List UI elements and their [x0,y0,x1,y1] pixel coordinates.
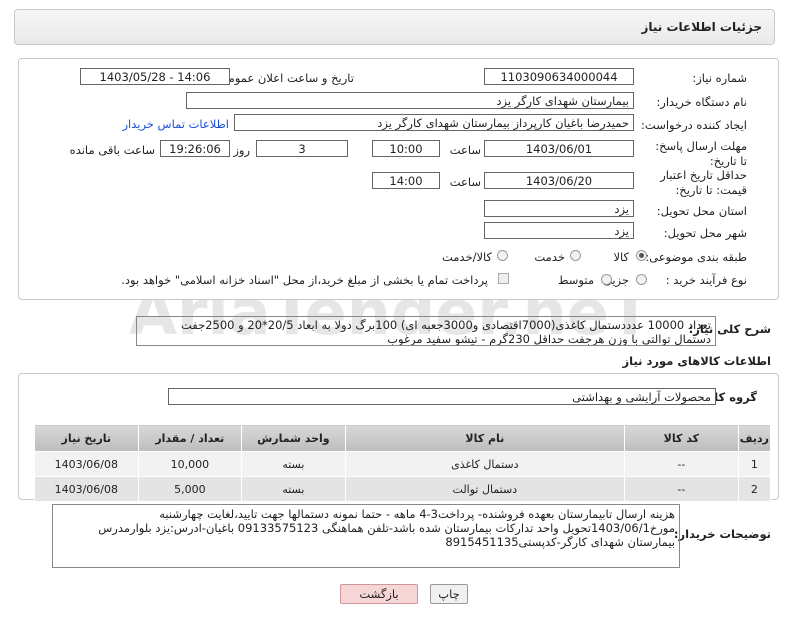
col-unit: واحد شمارش [241,424,346,452]
col-code: کد کالا [624,424,739,452]
treasury-note: پرداخت تمام یا بخشی از مبلغ خرید،از محل … [121,273,488,287]
cell-row: 1 [737,451,772,477]
creator-label: ایجاد کننده درخواست: [641,118,747,132]
treasury-checkbox[interactable] [498,273,509,284]
col-name: نام کالا [344,424,626,452]
creator-field[interactable]: حمیدرضا باغیان کارپرداز بیمارستان شهدای … [234,114,634,131]
col-date: تاریخ نیاز [34,424,139,452]
category-option-service: خدمت [534,250,565,264]
page-header: جزئیات اطلاعات نیاز [14,9,775,45]
back-button[interactable]: بازگشت [340,584,418,604]
remaining-label: ساعت باقی مانده [69,143,155,157]
price-validity-date-field[interactable]: 1403/06/20 [484,172,634,189]
city-field[interactable]: یزد [484,222,634,239]
province-label: استان محل تحویل: [656,204,747,218]
buyer-notes-label: توضیحات خریدار: [673,527,771,541]
category-radio-goods-service[interactable] [497,250,508,261]
deadline-label: مهلت ارسال پاسخ: تا تاریخ: [655,139,747,168]
announce-label: تاریخ و ساعت اعلان عمومی: [215,71,354,85]
city-label: شهر محل تحویل: [663,226,747,240]
cell-date: 1403/06/08 [34,451,139,477]
process-label: نوع فرآیند خرید : [665,273,747,287]
table-row[interactable]: 1 -- دستمال کاغذی بسته 10,000 1403/06/08 [34,451,772,477]
col-row: ردیف [737,424,772,452]
cell-qty: 5,000 [137,476,243,502]
goods-table: ردیف کد کالا نام کالا واحد شمارش تعداد /… [34,424,772,502]
category-option-goods: کالا [613,250,629,264]
cell-code: -- [624,476,739,502]
cell-code: -- [624,451,739,477]
cell-date: 1403/06/08 [34,476,139,502]
description-textarea[interactable]: تعداد 10000 عدددستمال کاغذی(7000اقتصادی … [136,316,716,346]
category-radio-service[interactable] [570,250,581,261]
need-number-label: شماره نیاز: [692,71,747,85]
goods-section-title: اطلاعات کالاهای مورد نیاز [622,354,771,368]
cell-row: 2 [737,476,772,502]
buyer-notes-textarea[interactable]: هزینه ارسال تابیمارستان بعهده فروشنده- پ… [52,504,680,568]
page-title: جزئیات اطلاعات نیاز [641,20,762,34]
col-qty: تعداد / مقدار [137,424,243,452]
category-radio-goods[interactable] [636,250,647,261]
remaining-days-field[interactable]: 3 [256,140,348,157]
remaining-time-field[interactable]: 19:26:06 [160,140,230,157]
deadline-time-field[interactable]: 10:00 [372,140,440,157]
process-option-medium: متوسط [557,273,594,287]
goods-group-field[interactable]: محصولات آرایشی و بهداشتی [168,388,716,405]
need-number-field[interactable]: 1103090634000044 [484,68,634,85]
contact-buyer-link[interactable]: اطلاعات تماس خریدار [122,117,229,131]
price-validity-time-field[interactable]: 14:00 [372,172,440,189]
table-header-row: ردیف کد کالا نام کالا واحد شمارش تعداد /… [34,424,772,452]
province-field[interactable]: یزد [484,200,634,217]
deadline-time-label: ساعت [449,143,481,157]
print-button[interactable]: چاپ [430,584,468,604]
price-validity-label: حداقل تاریخ اعتبار قیمت: تا تاریخ: [660,168,747,197]
deadline-date-field[interactable]: 1403/06/01 [484,140,634,157]
category-option-goods-service: کالا/خدمت [441,250,492,264]
process-radio-medium[interactable] [601,274,612,285]
cell-name: دستمال توالت [344,476,626,502]
announce-date-field[interactable]: 1403/05/28 - 14:06 [80,68,230,85]
cell-unit: بسته [241,451,346,477]
table-row[interactable]: 2 -- دستمال توالت بسته 5,000 1403/06/08 [34,476,772,502]
buyer-label: نام دستگاه خریدار: [656,95,747,109]
process-radio-minor[interactable] [636,274,647,285]
price-validity-time-label: ساعت [449,175,481,189]
buyer-field[interactable]: بیمارستان شهدای کارگر یزد [186,92,634,109]
cell-unit: بسته [241,476,346,502]
category-label: طبقه بندی موضوعی: [645,250,747,264]
cell-qty: 10,000 [137,451,243,477]
cell-name: دستمال کاغذی [344,451,626,477]
